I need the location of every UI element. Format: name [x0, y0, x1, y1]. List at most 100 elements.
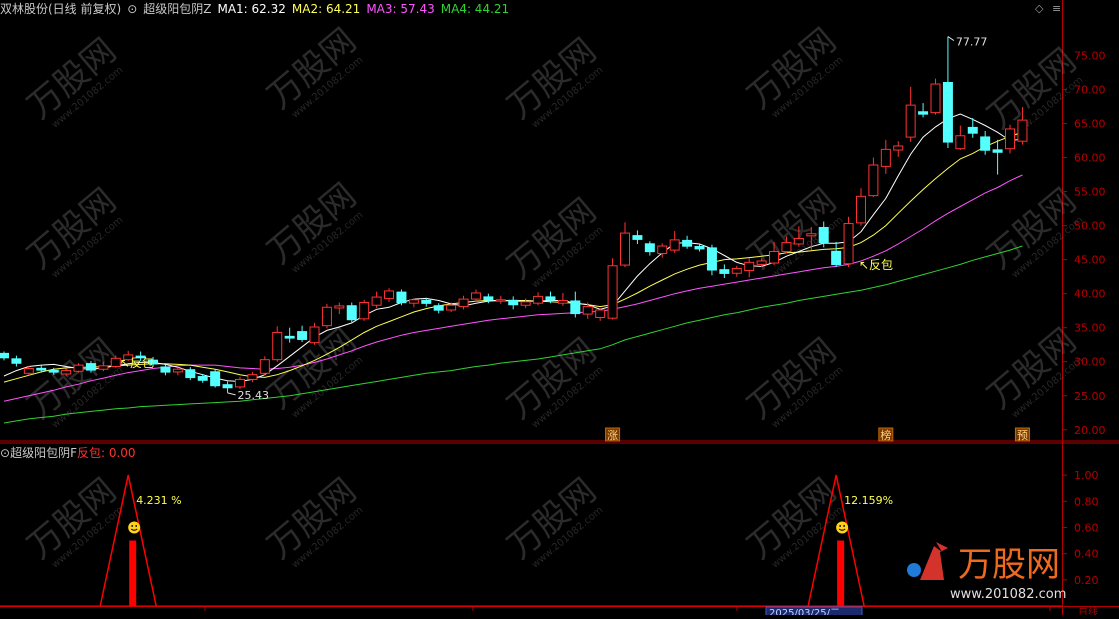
signal-tick-label: 0.40 [1074, 548, 1099, 561]
candle-body [632, 235, 643, 240]
candle-body [644, 243, 655, 253]
price-axis: 20.00 25.00 30.00 35.00 40.00 45.00 50.00 55.00… [1062, 49, 1106, 587]
site-logo: 万股网 www.201082.com [907, 542, 1066, 602]
candle-body [73, 364, 84, 372]
candle-body [234, 378, 245, 388]
candle-body [11, 358, 22, 364]
signal-tick-label: 0.60 [1074, 521, 1099, 534]
signal-bar [129, 540, 137, 606]
indicator-name[interactable]: 超级阳包阴Z [143, 2, 211, 16]
candle-body [843, 223, 854, 265]
candle-body [669, 239, 680, 251]
watermark-item: 万股网www.201082.com [500, 191, 605, 291]
sub-indicator-gear-icon[interactable]: ⊙ [0, 446, 10, 460]
candle-body [508, 299, 519, 306]
candle-body [918, 111, 929, 115]
candle-body [868, 164, 879, 197]
candle-body [880, 148, 891, 167]
candle-body [781, 242, 792, 252]
candle-body [48, 369, 59, 373]
signal-tick-label: 0.80 [1074, 495, 1099, 508]
candle-body [98, 365, 109, 370]
candle-body [458, 298, 469, 308]
signal-tick-label: 0.20 [1074, 574, 1099, 587]
candle-body [222, 384, 233, 389]
smiley-eye [131, 525, 134, 527]
candle-body [694, 246, 705, 250]
candle-body [172, 368, 183, 373]
price-tick-label: 40.00 [1074, 288, 1106, 301]
smiley-eye [843, 525, 846, 527]
candle-body [831, 250, 842, 266]
stock-title[interactable]: 双林股份(日线 前复权) [0, 2, 121, 16]
logo-arrow-icon [920, 542, 948, 580]
signal-bar [837, 540, 845, 606]
candle-body [272, 331, 283, 361]
candle-body [421, 299, 432, 304]
candle-body [706, 247, 717, 271]
candle-body [36, 367, 47, 371]
price-tick-label: 35.00 [1074, 322, 1106, 335]
watermark-item: 万股网www.201082.com [500, 471, 605, 571]
low-pointer [227, 392, 236, 396]
candle-body [520, 301, 531, 306]
candle-body [620, 232, 630, 266]
candle-body [607, 265, 618, 319]
candle-body [259, 359, 270, 374]
candle-body [334, 305, 345, 309]
price-tick-label: 50.00 [1074, 220, 1106, 233]
watermark-item: 万股网www.201082.com [980, 321, 1085, 421]
candle-body [793, 238, 804, 245]
candle-body [433, 305, 444, 311]
candle-body [346, 305, 357, 321]
watermark-item: 万股网www.201082.com [740, 331, 845, 431]
smiley-icon [836, 521, 849, 534]
watermark-item: 万股网www.201082.com [500, 31, 605, 131]
candle-body [545, 296, 556, 301]
reversal-label: ↖反包 [859, 258, 893, 272]
candle-body [247, 374, 258, 380]
logo-url: www.201082.com [950, 587, 1066, 602]
candle-body [495, 299, 506, 302]
watermark-item: 万股网www.201082.com [20, 181, 125, 281]
candle-body [297, 331, 308, 340]
ma3-value: MA3: 57.43 [366, 2, 435, 16]
candle-body [85, 363, 96, 371]
sub-indicator-name[interactable]: 超级阳包阴F [10, 446, 77, 460]
candle-body [396, 291, 407, 304]
candle-body [657, 245, 668, 255]
candle-body [23, 368, 34, 374]
date-box-label: 2025/03/25/二 [769, 608, 840, 615]
logo-text: 万股网 [958, 545, 1060, 585]
candle-body [806, 233, 817, 237]
candle-body [197, 376, 208, 381]
watermark-item: 万股网www.201082.com [20, 31, 125, 131]
percent-label: 4.231 % [136, 494, 181, 507]
candle-body [905, 104, 916, 138]
price-tick-label: 65.00 [1074, 118, 1106, 131]
candle-body [980, 136, 991, 151]
candle-body [731, 267, 742, 274]
marker-text: 涨 [607, 429, 618, 442]
watermark-item: 万股网www.201082.com [20, 471, 125, 571]
price-tick-label: 55.00 [1074, 186, 1106, 199]
window-diamond-icon[interactable]: ◇ [1035, 2, 1043, 15]
candle-body [0, 352, 9, 359]
high-pointer [947, 36, 955, 41]
candle-body [682, 239, 693, 247]
price-chart-svg[interactable]: 万股网www.201082.com 万股网www.201082.com 万股网www… [0, 0, 1119, 619]
candle-body [756, 260, 767, 265]
chart-area[interactable]: 万股网 www.201082.com 万股网 www.201082.com 万股网 www… [0, 0, 1119, 619]
watermark-item: 万股网www.201082.com [260, 21, 365, 121]
window-menu-icon[interactable]: ≡ [1052, 2, 1061, 15]
candle-body [61, 370, 72, 375]
smiley-eye [135, 525, 138, 527]
high-label: 77.77 [956, 36, 988, 49]
indicator-gear-icon[interactable]: ⊙ [127, 2, 137, 16]
candle-body [408, 299, 419, 304]
candle-body [595, 309, 606, 318]
watermark-item: 万股网www.201082.com [20, 331, 125, 431]
price-tick-label: 20.00 [1074, 424, 1106, 437]
candle-body [210, 371, 221, 387]
ma2-value: MA2: 64.21 [291, 2, 361, 16]
